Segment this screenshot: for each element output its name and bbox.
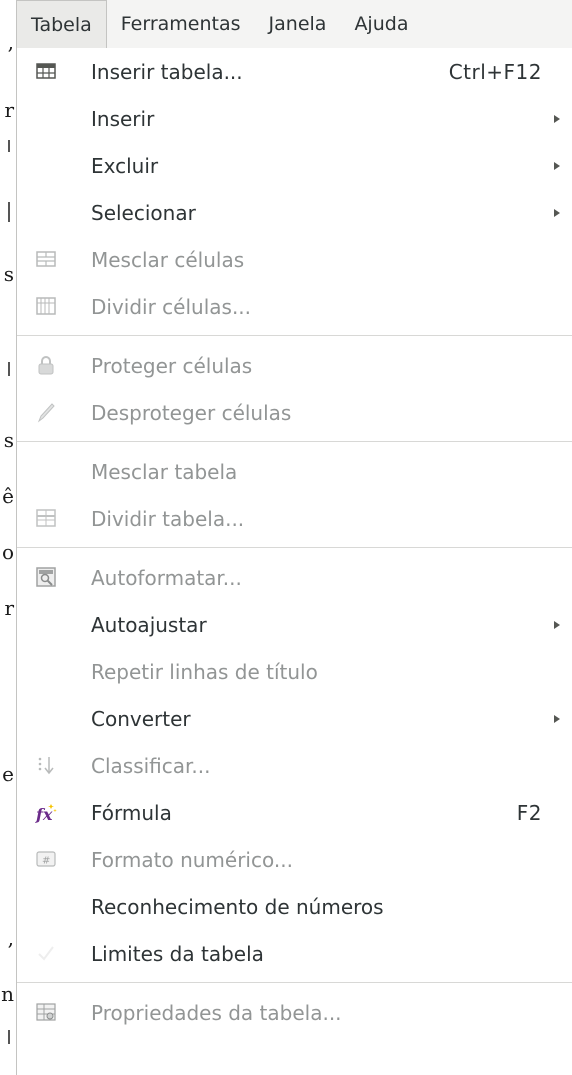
menu-item-label: Desproteger células	[91, 400, 292, 425]
menu-separator	[17, 547, 572, 548]
document-rule	[8, 1030, 10, 1044]
menu-item-label: Mesclar células	[91, 247, 245, 272]
svg-text:#: #	[42, 856, 50, 867]
document-text-fragment: e	[2, 762, 14, 786]
submenu-arrow-icon	[554, 161, 560, 170]
pencil-icon	[35, 401, 57, 423]
menu-item-label: Autoformatar...	[91, 565, 242, 590]
menu-item-dividir-tabela[interactable]: Dividir tabela...	[17, 495, 572, 542]
menu-label: Ferramentas	[120, 13, 241, 35]
menu-item-inserir-tabela[interactable]: Inserir tabela... Ctrl+F12	[17, 48, 572, 95]
menu-item-label: Dividir tabela...	[91, 506, 245, 531]
submenu-arrow-icon	[554, 620, 560, 629]
menu-item-label: Converter	[91, 706, 191, 731]
document-rule	[8, 202, 10, 222]
svg-text:fx: fx	[35, 805, 53, 824]
lock-icon	[35, 354, 57, 376]
menu-item-formula[interactable]: fx Fórmula F2	[17, 789, 572, 836]
menu-label: Janela	[268, 13, 327, 35]
menu-item-label: Fórmula	[91, 800, 172, 825]
formula-icon: fx	[35, 801, 57, 824]
menu-item-selecionar[interactable]: Selecionar	[17, 189, 572, 236]
menu-item-label: Reconhecimento de números	[91, 894, 384, 919]
document-text-fragment: r	[4, 98, 14, 122]
document-background: , r s s ê o r e , n	[0, 0, 16, 1075]
menu-label: Ajuda	[354, 13, 409, 35]
menu-item-label: Inserir tabela...	[91, 59, 243, 84]
document-rule	[8, 362, 10, 376]
merge-cells-icon	[35, 248, 57, 270]
split-cells-icon	[35, 295, 57, 317]
menu-separator	[17, 982, 572, 983]
autoformat-icon	[35, 566, 57, 588]
menu-item-shortcut: F2	[516, 800, 542, 825]
split-table-icon	[35, 507, 57, 529]
menu-tabela[interactable]: Tabela	[16, 0, 107, 48]
submenu-arrow-icon	[554, 208, 560, 217]
menu-separator	[17, 441, 572, 442]
menu-item-limites-tabela[interactable]: Limites da tabela	[17, 930, 572, 977]
document-rule	[8, 140, 10, 152]
menu-item-label: Formato numérico...	[91, 847, 293, 872]
menu-ferramentas[interactable]: Ferramentas	[107, 0, 255, 48]
menu-item-label: Classificar...	[91, 753, 211, 778]
menu-item-label: Mesclar tabela	[91, 459, 238, 484]
checkmark-icon	[35, 942, 57, 964]
menu-item-desproteger-celulas[interactable]: Desproteger células	[17, 389, 572, 436]
menu-janela[interactable]: Janela	[255, 0, 341, 48]
menu-item-label: Proteger células	[91, 353, 253, 378]
menu-item-label: Selecionar	[91, 200, 196, 225]
menu-bar: Tabela Ferramentas Janela Ajuda	[16, 0, 572, 49]
menu-item-label: Dividir células...	[91, 294, 252, 319]
tabela-dropdown-menu: Inserir tabela... Ctrl+F12 Inserir Exclu…	[16, 48, 572, 1075]
menu-item-dividir-celulas[interactable]: Dividir células...	[17, 283, 572, 330]
menu-item-mesclar-tabela[interactable]: Mesclar tabela	[17, 448, 572, 495]
document-text-fragment: ê	[2, 484, 14, 508]
menu-item-proteger-celulas[interactable]: Proteger células	[17, 342, 572, 389]
menu-item-label: Propriedades da tabela...	[91, 1000, 342, 1025]
document-text-fragment: s	[3, 262, 14, 286]
menu-item-inserir[interactable]: Inserir	[17, 95, 572, 142]
document-text-fragment: r	[4, 596, 14, 620]
menu-item-label: Excluir	[91, 153, 159, 178]
menu-item-autoformatar[interactable]: Autoformatar...	[17, 554, 572, 601]
submenu-arrow-icon	[554, 714, 560, 723]
menu-item-label: Repetir linhas de título	[91, 659, 318, 684]
menu-item-repetir-linhas-titulo[interactable]: Repetir linhas de título	[17, 648, 572, 695]
menu-item-classificar[interactable]: Classificar...	[17, 742, 572, 789]
menu-item-label: Inserir	[91, 106, 155, 131]
menu-item-label: Autoajustar	[91, 612, 207, 637]
menu-item-excluir[interactable]: Excluir	[17, 142, 572, 189]
document-text-fragment: o	[1, 540, 14, 564]
document-text-fragment: s	[3, 428, 14, 452]
menu-item-formato-numerico[interactable]: # Formato numérico...	[17, 836, 572, 883]
submenu-arrow-icon	[554, 114, 560, 123]
menu-item-reconhecimento-numeros[interactable]: Reconhecimento de números	[17, 883, 572, 930]
menu-ajuda[interactable]: Ajuda	[340, 0, 422, 48]
insert-table-icon	[35, 60, 57, 82]
number-format-icon: #	[35, 848, 57, 870]
document-text-fragment: ,	[7, 926, 14, 950]
menu-item-shortcut: Ctrl+F12	[448, 59, 542, 84]
menu-separator	[17, 335, 572, 336]
document-text-fragment: ,	[7, 30, 14, 54]
table-properties-icon	[35, 1001, 57, 1023]
menu-item-propriedades-tabela[interactable]: Propriedades da tabela...	[17, 989, 572, 1036]
menu-item-converter[interactable]: Converter	[17, 695, 572, 742]
menu-item-autoajustar[interactable]: Autoajustar	[17, 601, 572, 648]
sort-icon	[35, 754, 57, 776]
document-text-fragment: n	[1, 982, 14, 1006]
menu-label: Tabela	[31, 13, 92, 36]
menu-item-mesclar-celulas[interactable]: Mesclar células	[17, 236, 572, 283]
menu-item-label: Limites da tabela	[91, 941, 264, 966]
